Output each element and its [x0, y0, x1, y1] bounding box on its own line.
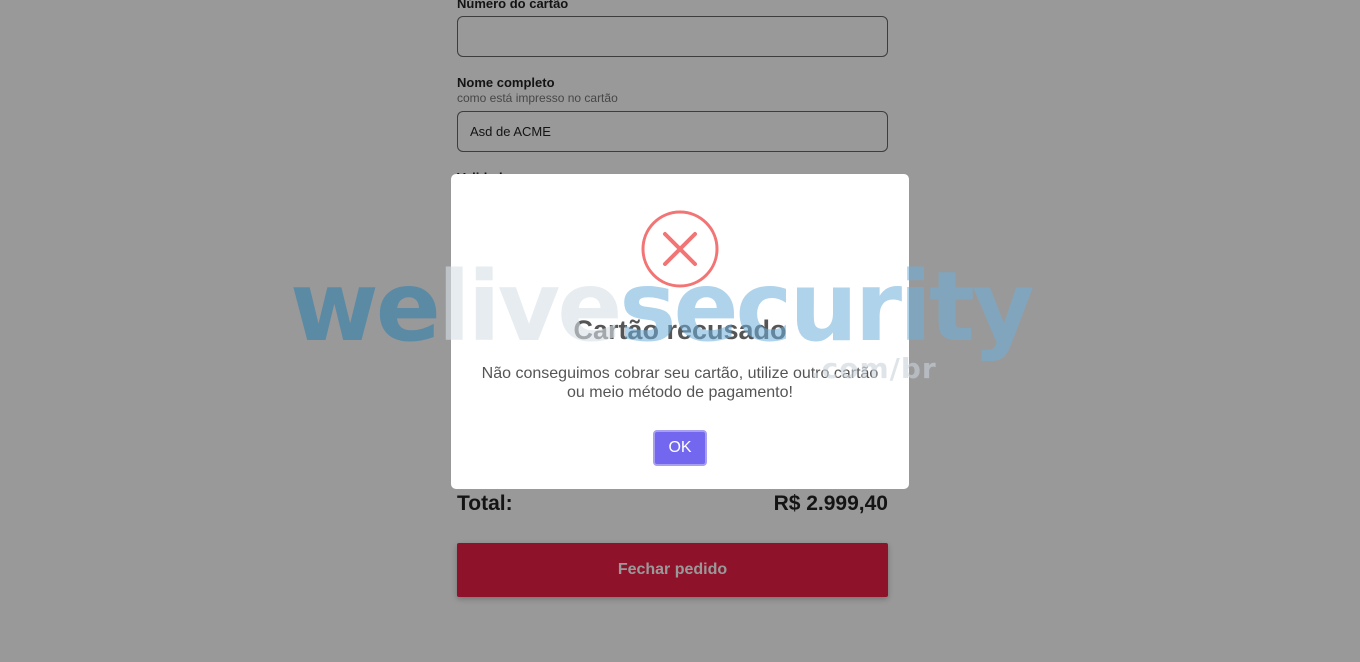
- error-x-icon: [641, 210, 719, 288]
- card-declined-dialog: Cartão recusado Não conseguimos cobrar s…: [451, 174, 909, 489]
- dialog-message: Não conseguimos cobrar seu cartão, utili…: [481, 365, 879, 401]
- dialog-title: Cartão recusado: [573, 315, 787, 345]
- ok-button[interactable]: OK: [653, 430, 707, 466]
